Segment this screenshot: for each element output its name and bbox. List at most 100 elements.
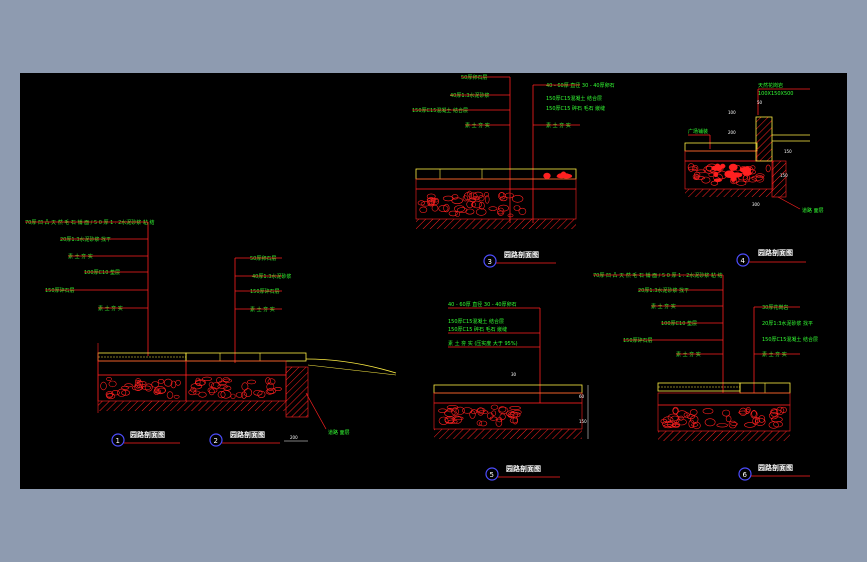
- gravel-stone: [708, 172, 715, 178]
- gravel-stone: [488, 206, 498, 211]
- detail-2-label-2: 40厚1:3水泥砂浆: [252, 273, 291, 280]
- detail-4-dim-6: 150: [784, 149, 792, 154]
- detail-3-label-4: 素 土 夯 实: [465, 122, 490, 129]
- detail-6-leaders: [593, 274, 800, 393]
- gravel-stone: [454, 416, 464, 421]
- detail-3-labels-right: 40 - 60厚 直径 30 - 40厚卵石 150厚C15混凝土 结合层 15…: [546, 82, 615, 129]
- gravel-stone: [208, 388, 215, 396]
- gravel-stone: [507, 213, 514, 218]
- detail-6-label-3: 素 土 夯 实: [651, 303, 676, 310]
- detail-6-label-1: 70厚 凹 凸 天 然 毛 石 铺 面 / 5 0 厚 1 : 2水泥砂浆 粘 …: [593, 272, 722, 279]
- detail-3-number: 3: [488, 258, 492, 266]
- gravel-stone: [144, 383, 153, 392]
- gravel-stone: [497, 210, 504, 215]
- gravel-stone: [462, 195, 469, 202]
- detail-5-dim-3: 150: [579, 419, 587, 424]
- detail-3-label-right-1: 40 - 60厚 直径 30 - 40厚卵石: [546, 82, 615, 89]
- gravel-stone: [498, 406, 509, 415]
- detail-2-labels: 50厚卵石层 40厚1:3水泥砂浆 150厚碎石层 素 土 夯 实: [250, 255, 291, 313]
- detail-6-number: 6: [743, 471, 748, 479]
- detail-2-dims: 200: [284, 435, 308, 442]
- gravel-stone: [442, 195, 454, 202]
- detail-4-curb-base: [771, 160, 787, 198]
- detail-5-title: 园路剖面图: [506, 464, 541, 473]
- gravel-stone: [274, 386, 282, 391]
- detail-5-soil: [434, 429, 582, 439]
- detail-3-label-3: 150厚C15混凝土 结合层: [412, 107, 468, 114]
- gravel-stone: [499, 413, 506, 420]
- gravel-stone: [765, 164, 771, 173]
- gravel-stone: [106, 393, 116, 400]
- detail-2-label-1: 50厚卵石层: [250, 255, 276, 262]
- detail-4-number: 4: [741, 257, 746, 265]
- gravel-stone: [713, 171, 719, 177]
- detail-4-dim-1: 100: [728, 110, 736, 115]
- gravel-stone: [108, 380, 117, 388]
- detail-2-soil: [186, 401, 286, 411]
- gravel-stone: [216, 377, 223, 384]
- gravel-stone: [175, 379, 181, 386]
- detail-4-dim-4: 150: [780, 173, 788, 178]
- detail-6-label-right-4: 素 土 夯 实: [762, 351, 787, 358]
- detail-6-label-right-3: 150厚C15混凝土 结合层: [762, 336, 818, 343]
- gravel-stone: [738, 410, 750, 415]
- gravel-stone: [713, 178, 722, 182]
- gravel-stone: [725, 415, 732, 423]
- gravel-stone: [454, 205, 465, 213]
- gravel-stone: [241, 382, 249, 391]
- gravel-stone: [504, 192, 514, 199]
- detail-3-label-right-4: 素 土 夯 实: [546, 122, 571, 129]
- detail-6-label-5: 150厚碎石层: [623, 337, 653, 344]
- detail-2-base: [185, 360, 287, 376]
- detail-4-dim-3: 200: [728, 130, 736, 135]
- gravel-stone: [751, 175, 763, 181]
- gravel-stone: [484, 191, 489, 198]
- detail-5-label-2: 150厚C15混凝土 结合层: [448, 318, 504, 325]
- detail-5-label-4: 素 土 夯 实 (压实度 大于 95%): [448, 340, 518, 347]
- detail-6-soil: [658, 431, 790, 441]
- gravel-stone: [106, 377, 112, 381]
- detail-1-label-3: 素 土 夯 实: [68, 253, 93, 260]
- detail-6-label-2: 20厚1:3水泥砂浆 找平: [638, 287, 689, 294]
- detail-2-curb: [285, 366, 309, 418]
- detail-6-labels-right: 30厚花岗岩 20厚1:3水泥砂浆 找平 150厚C15混凝土 结合层 素 土 …: [762, 304, 818, 358]
- detail-3-labels-left: 50厚卵石层 40厚1:3水泥砂浆 150厚C15混凝土 结合层 素 土 夯 实: [412, 74, 490, 129]
- gravel-stone: [100, 381, 107, 391]
- gravel-stone: [431, 204, 439, 212]
- section-drawings: 70厚 凹 凸 天 然 毛 石 铺 面 / 5 0 厚 1 : 2水泥砂浆 粘 …: [25, 74, 824, 481]
- gravel-stone: [230, 393, 236, 400]
- detail-3: 50厚卵石层 40厚1:3水泥砂浆 150厚C15混凝土 结合层 素 土 夯 实…: [412, 74, 615, 268]
- detail-5-paving: [433, 384, 583, 394]
- gravel-stone: [739, 407, 748, 417]
- detail-6-label-right-1: 30厚花岗岩: [762, 304, 788, 311]
- gravel-stone: [509, 417, 519, 424]
- detail-1-labels: 70厚 凹 凸 天 然 毛 石 铺 面 / 5 0 厚 1 : 2水泥砂浆 粘 …: [25, 219, 154, 312]
- detail-2-paving: [185, 352, 307, 362]
- detail-5-dim-1: 30: [511, 372, 517, 377]
- detail-4-dim-5: 300: [752, 202, 760, 207]
- gravel-stone: [490, 404, 499, 410]
- gravel-stone: [509, 411, 521, 418]
- detail-4-soil: [685, 189, 773, 197]
- detail-1-label-5: 150厚碎石层: [45, 287, 75, 294]
- detail-3-label-right-2: 150厚C15混凝土 结合层: [546, 95, 602, 102]
- detail-2-label-3: 150厚碎石层: [250, 288, 280, 295]
- detail-3-label-2: 40厚1:3水泥砂浆: [450, 92, 489, 99]
- gravel-stone: [701, 176, 711, 184]
- detail-3-soil: [416, 219, 576, 229]
- gravel-stone: [157, 378, 165, 384]
- gravel-stone: [438, 408, 448, 413]
- gravel-stone: [456, 207, 468, 213]
- detail-1-number: 1: [116, 437, 120, 445]
- gravel-stone: [220, 390, 232, 399]
- gravel-stone: [728, 163, 738, 171]
- gravel-stone: [419, 206, 428, 214]
- stone-fill: [100, 163, 787, 430]
- gravel-stone: [121, 385, 130, 390]
- detail-2-slope: [305, 358, 397, 374]
- gravel-stone: [758, 415, 766, 423]
- gravel-stone: [742, 171, 752, 176]
- detail-5-number: 5: [490, 471, 494, 479]
- gravel-stone: [479, 420, 488, 427]
- detail-4-dim-2: 50: [757, 100, 763, 105]
